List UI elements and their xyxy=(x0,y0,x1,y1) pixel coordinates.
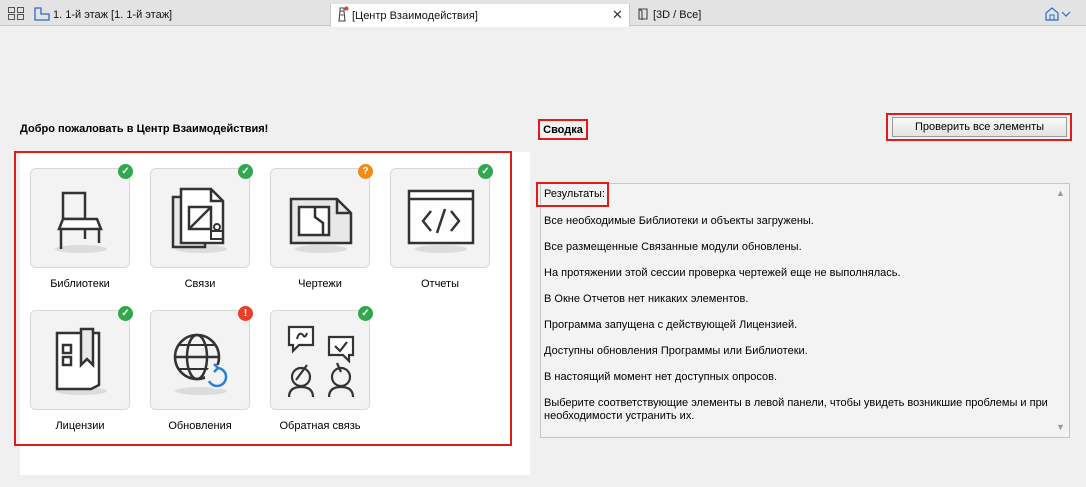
tile-links[interactable] xyxy=(150,168,250,268)
result-line: Все необходимые Библиотеки и объекты заг… xyxy=(544,215,814,227)
tile-label: Связи xyxy=(184,278,216,290)
tab-collaboration-center[interactable]: [Центр Взаимодействия] ✕ xyxy=(330,4,630,27)
chair-icon xyxy=(55,191,107,253)
result-line: В настоящий момент нет доступных опросов… xyxy=(544,371,778,383)
summary-title: Сводка xyxy=(538,119,588,140)
tile-drawings[interactable] xyxy=(270,168,370,268)
tile-updates[interactable] xyxy=(150,310,250,410)
status-ok-icon: ✓ xyxy=(238,164,253,179)
tab-label: [Центр Взаимодействия] xyxy=(352,9,478,22)
status-ok-icon: ✓ xyxy=(478,164,493,179)
tile-label: Отчеты xyxy=(420,278,460,290)
drawings-icon xyxy=(289,197,353,253)
tile-reports[interactable] xyxy=(390,168,490,268)
result-line: Все размещенные Связанные модули обновле… xyxy=(544,241,802,253)
status-error-icon: ! xyxy=(238,306,253,321)
status-ok-icon: ✓ xyxy=(358,306,373,321)
status-ok-icon: ✓ xyxy=(118,306,133,321)
tile-libraries[interactable] xyxy=(30,168,130,268)
result-line: В Окне Отчетов нет никаких элементов. xyxy=(544,293,749,305)
license-icon xyxy=(55,327,107,395)
tab-floor-plan[interactable]: 1. 1-й этаж [1. 1-й этаж] xyxy=(34,4,172,26)
scroll-up-icon[interactable]: ▲ xyxy=(1056,188,1065,198)
tile-label: Чертежи xyxy=(298,278,342,290)
tile-label: Библиотеки xyxy=(50,278,110,290)
results-scrollbar[interactable]: ▲ ▼ xyxy=(1054,186,1068,436)
results-header: Результаты: xyxy=(544,188,605,200)
tab-bar: 1. 1-й этаж [1. 1-й этаж] [Центр Взаимод… xyxy=(0,0,1086,27)
status-warning-icon: ? xyxy=(358,164,373,179)
result-line: Доступны обновления Программы или Библио… xyxy=(544,345,808,357)
tile-label: Обновления xyxy=(168,420,232,432)
tile-label: Лицензии xyxy=(55,420,105,432)
cube-3d-icon xyxy=(636,7,650,24)
tile-label: Обратная связь xyxy=(279,420,361,432)
result-line: На протяжении этой сессии проверка черте… xyxy=(544,267,901,279)
tab-label: [3D / Все] xyxy=(653,9,702,21)
floor-plan-icon xyxy=(34,6,50,24)
scroll-down-icon[interactable]: ▼ xyxy=(1056,422,1065,432)
tab-3d[interactable]: [3D / Все] xyxy=(636,4,701,26)
feedback-icon xyxy=(287,325,355,397)
lighthouse-icon xyxy=(335,6,349,25)
view-grid-icon[interactable] xyxy=(8,7,24,23)
close-icon[interactable]: ✕ xyxy=(612,7,623,23)
result-line: Программа запущена с действующей Лицензи… xyxy=(544,319,798,331)
code-report-icon xyxy=(407,189,475,253)
linked-files-icon xyxy=(171,187,227,253)
status-ok-icon: ✓ xyxy=(118,164,133,179)
globe-update-icon xyxy=(173,333,229,395)
welcome-title: Добро пожаловать в Центр Взаимодействия! xyxy=(20,123,269,135)
tile-feedback[interactable] xyxy=(270,310,370,410)
tab-label: 1. 1-й этаж [1. 1-й этаж] xyxy=(53,9,173,21)
check-all-button[interactable]: Проверить все элементы xyxy=(892,117,1067,137)
navigator-house-icon[interactable] xyxy=(1044,6,1074,24)
result-line: Выберите соответствующие элементы в лево… xyxy=(544,397,1048,422)
tile-licenses[interactable] xyxy=(30,310,130,410)
